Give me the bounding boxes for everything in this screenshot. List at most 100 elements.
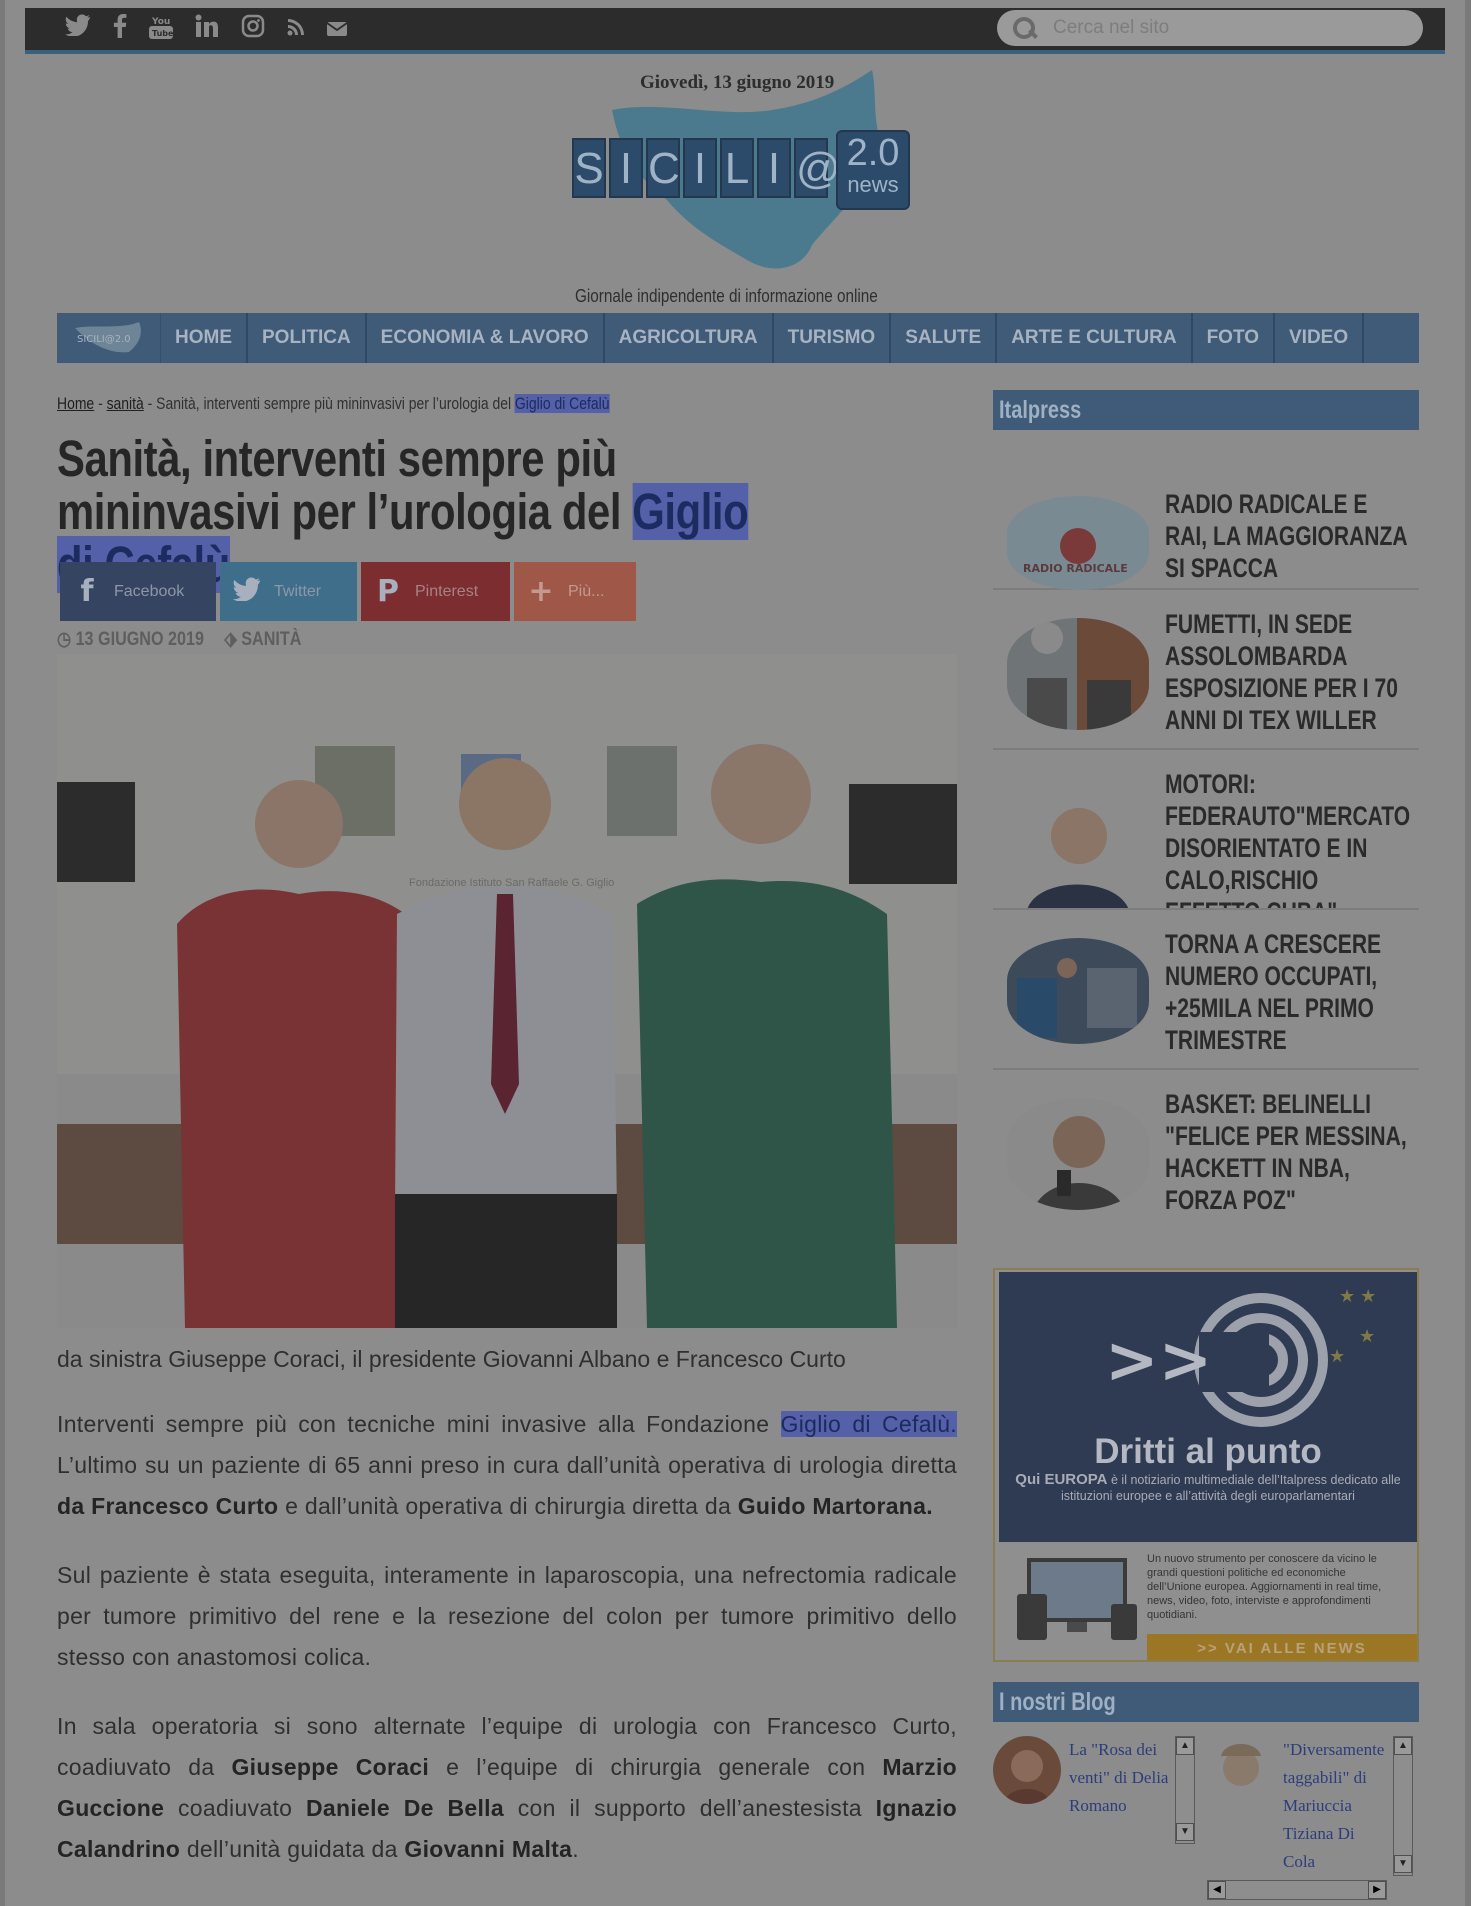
news-item[interactable]: MOTORI: FEDERAUTO"MERCATO DISORIENTATO E…: [993, 750, 1419, 910]
pinterest-icon: P: [377, 574, 399, 609]
banner-subtitle-text: è il notiziario multimediale dell’Italpr…: [1061, 1473, 1401, 1503]
logo-letter-tile: C: [646, 138, 680, 198]
nav-item-video[interactable]: VIDEO: [1275, 313, 1365, 363]
news-thumbnail[interactable]: [1007, 1098, 1149, 1210]
share-facebook-button[interactable]: f Facebook: [60, 562, 216, 621]
email-icon[interactable]: [326, 14, 348, 46]
facebook-icon[interactable]: [113, 14, 127, 46]
svg-text:★: ★: [1329, 1346, 1345, 1366]
blogs-heading: I nostri Blog: [993, 1682, 1419, 1722]
nav-item-agricoltura[interactable]: AGRICOLTURA: [605, 313, 774, 363]
news-item[interactable]: FUMETTI, IN SEDE ASSOLOMBARDA ESPOSIZION…: [993, 590, 1419, 750]
logo-letter-tile: I: [683, 138, 717, 198]
banner-cta-button[interactable]: >> VAI ALLE NEWS: [1147, 1634, 1417, 1660]
scroll-up-arrow[interactable]: ▲: [1394, 1737, 1412, 1755]
share-more-label: Più...: [568, 582, 605, 600]
site-tagline: Giornale indipendente di informazione on…: [575, 286, 878, 306]
logo-letter-tile: I: [757, 138, 791, 198]
news-item[interactable]: BASKET: BELINELLI "FELICE PER MESSINA, H…: [993, 1070, 1419, 1230]
share-twitter-label: Twitter: [274, 582, 322, 600]
nav-item-home[interactable]: HOME: [161, 313, 248, 363]
qui-europa-banner[interactable]: >> ★ ★ ★ ★ Dritti al punto Qui EUROPA è …: [993, 1268, 1419, 1662]
banner-description: Un nuovo strumento per conoscere da vici…: [1147, 1553, 1382, 1621]
article-category[interactable]: ⬗ SANITÀ: [224, 628, 301, 651]
nav-item-turismo[interactable]: TURISMO: [774, 313, 892, 363]
scroll-right-arrow[interactable]: ▶: [1368, 1881, 1386, 1899]
logo-letter-tile: I: [609, 138, 643, 198]
scroll-down-arrow[interactable]: ▼: [1394, 1855, 1412, 1873]
youtube-icon[interactable]: You Tube: [149, 14, 174, 46]
twitter-icon[interactable]: [65, 14, 91, 46]
breadcrumb-category[interactable]: sanità: [107, 394, 144, 413]
share-pinterest-label: Pinterest: [415, 582, 479, 600]
article-paragraph: Interventi sempre più con tecniche mini …: [57, 1404, 957, 1527]
news-thumbnail[interactable]: [1007, 938, 1149, 1044]
blog-scrollbar[interactable]: ▲ ▼: [1175, 1736, 1195, 1844]
scroll-up-arrow[interactable]: ▲: [1176, 1737, 1194, 1755]
current-date: Giovedì, 13 giugno 2019: [640, 72, 835, 93]
news-thumbnail[interactable]: [1007, 618, 1149, 730]
news-thumbnail[interactable]: RADIO RADICALE: [1007, 496, 1149, 590]
news-title[interactable]: RADIO RADICALE E RAI, LA MAGGIORANZA SI …: [1165, 488, 1410, 584]
nav-logo-text: SICILI@2.0: [77, 334, 131, 345]
clock-icon: ◷: [57, 629, 76, 650]
horizontal-scrollbar[interactable]: ◀ ▶: [1207, 1880, 1387, 1900]
social-links: You Tube: [65, 14, 348, 46]
nav-item-salute[interactable]: SALUTE: [891, 313, 998, 363]
blog-title[interactable]: "Diversamente taggabili" di Mariuccia Ti…: [1283, 1736, 1389, 1876]
article-title-text: Sanità, interventi sempre più mininvasiv…: [57, 430, 633, 540]
news-title[interactable]: BASKET: BELINELLI "FELICE PER MESSINA, H…: [1165, 1088, 1410, 1216]
news-item[interactable]: TORNA A CRESCERE NUMERO OCCUPATI, +25MIL…: [993, 910, 1419, 1070]
news-item[interactable]: RADIO RADICALE RADIO RADICALE E RAI, LA …: [993, 430, 1419, 590]
search-input[interactable]: [1053, 17, 1383, 39]
blog-avatar[interactable]: [1207, 1736, 1275, 1804]
nav-item-economia-lavoro[interactable]: ECONOMIA & LAVORO: [367, 313, 605, 363]
share-more-button[interactable]: + Più...: [514, 562, 636, 621]
logo-letters: S I C I L I @: [572, 138, 841, 198]
scroll-down-arrow[interactable]: ▼: [1176, 1823, 1194, 1841]
article-date-text: 13 GIUGNO 2019: [75, 629, 204, 650]
text: .: [572, 1836, 579, 1862]
search-box: [997, 10, 1423, 46]
breadcrumb-home[interactable]: Home: [57, 394, 94, 413]
nav-item-arte-cultura[interactable]: ARTE E CULTURA: [997, 313, 1193, 363]
nav-logo[interactable]: SICILI@2.0: [57, 313, 161, 363]
search-icon[interactable]: [1009, 13, 1039, 43]
logo-letter-tile: L: [720, 138, 754, 198]
blog-avatar[interactable]: [993, 1736, 1061, 1804]
blog-title[interactable]: La "Rosa dei venti" di Delia Romano: [1069, 1736, 1175, 1820]
article-meta: ◷ 13 GIUGNO 2019 ⬗ SANITÀ: [57, 628, 301, 651]
logo-letter-tile: @: [794, 138, 841, 198]
share-twitter-button[interactable]: Twitter: [220, 562, 357, 621]
breadcrumb: Home - sanità - Sanità, interventi sempr…: [57, 394, 610, 414]
linkedin-icon[interactable]: [195, 14, 219, 46]
instagram-icon[interactable]: [241, 14, 265, 46]
article-photo: Fondazione Istituto San Raffaele G. Gigl…: [57, 654, 957, 1328]
article-paragraph: Sul paziente è stata eseguita, interamen…: [57, 1562, 957, 1670]
blogs-section: I nostri Blog: [993, 1682, 1419, 1722]
share-pinterest-button[interactable]: P Pinterest: [361, 562, 510, 621]
news-title[interactable]: FUMETTI, IN SEDE ASSOLOMBARDA ESPOSIZION…: [1165, 608, 1410, 736]
italpress-heading: Italpress: [993, 390, 1419, 430]
logo-badge-news: news: [847, 172, 899, 197]
blog-scrollbar[interactable]: ▲ ▼: [1393, 1736, 1413, 1876]
news-thumbnail[interactable]: [1007, 776, 1149, 908]
rss-icon[interactable]: [287, 14, 305, 46]
banner-top: >> ★ ★ ★ ★ Dritti al punto Qui EUROPA è …: [999, 1272, 1417, 1542]
nav-item-politica[interactable]: POLITICA: [248, 313, 367, 363]
news-title[interactable]: MOTORI: FEDERAUTO"MERCATO DISORIENTATO E…: [1165, 768, 1410, 908]
italpress-heading-text: Italpress: [999, 395, 1082, 424]
news-title[interactable]: TORNA A CRESCERE NUMERO OCCUPATI, +25MIL…: [1165, 928, 1410, 1056]
banner-title: Dritti al punto: [1094, 1432, 1322, 1471]
breadcrumb-highlight: Giglio di Cefalù: [514, 394, 610, 413]
text: e l’equipe di chirurgia generale con: [429, 1754, 883, 1780]
page: YouTube SICILI@: [5, 0, 1465, 1906]
site-logo[interactable]: S I C I L I @ 2.0 news: [572, 70, 912, 280]
scroll-left-arrow[interactable]: ◀: [1208, 1881, 1226, 1899]
article-paragraph: In sala operatoria si sono alternate l’e…: [57, 1706, 957, 1870]
logo-letter-tile: S: [572, 138, 606, 198]
text: con il supporto dell’anestesista: [503, 1795, 876, 1821]
main-nav: SICILI@2.0 HOME POLITICA ECONOMIA & LAVO…: [57, 313, 1419, 363]
top-bar: You Tube: [25, 8, 1445, 54]
nav-item-foto[interactable]: FOTO: [1193, 313, 1275, 363]
